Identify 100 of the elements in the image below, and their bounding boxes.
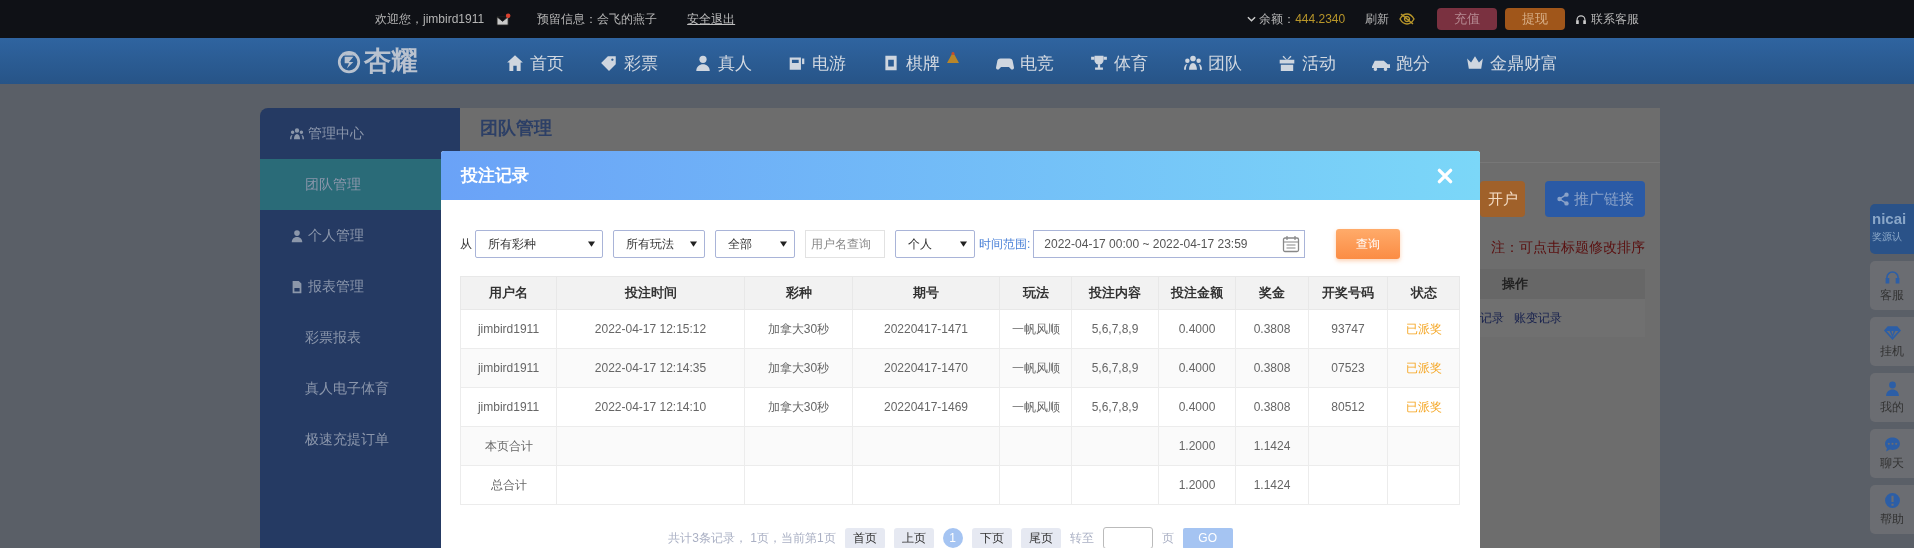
table-cell: 0.3808	[1235, 348, 1309, 388]
page-input-field[interactable]	[1102, 527, 1153, 548]
side-menu-item[interactable]: 挂机	[1870, 317, 1914, 366]
table-cell: 20220417-1471	[852, 309, 1000, 349]
register-button[interactable]: 开户	[1480, 181, 1525, 217]
caret-icon	[780, 241, 787, 247]
table-cell: 80512	[1308, 387, 1388, 427]
nav-item[interactable]: 电竞	[996, 47, 1054, 75]
column-header: 投注金额	[1158, 276, 1236, 310]
column-header: 期号	[852, 276, 1000, 310]
nav-item[interactable]: 体育	[1090, 47, 1148, 75]
table-cell: 5,6,7,8,9	[1071, 309, 1159, 349]
house-icon	[506, 54, 524, 72]
date-range-field[interactable]: 2022-04-17 00:00 ~ 2022-04-17 23:59	[1033, 230, 1306, 258]
sort-note: 注：可点击标题修改排序	[1491, 238, 1646, 257]
scope-select[interactable]: 个人	[895, 230, 975, 258]
caret-icon[interactable]	[1247, 16, 1257, 22]
certification-badge[interactable]: nicai 奖源认	[1870, 204, 1914, 254]
from-label: 从	[460, 235, 472, 253]
nav-item[interactable]: 金鼎财富	[1466, 47, 1558, 75]
table-cell: 已派奖	[1387, 309, 1460, 349]
table-cell: jimbird1911	[460, 348, 557, 388]
nav-item[interactable]: 真人	[694, 47, 752, 75]
status-select[interactable]: 全部	[715, 230, 795, 258]
table-cell: 总合计	[460, 465, 557, 505]
caret-icon	[588, 241, 595, 247]
sidebar-item[interactable]: 管理中心	[260, 108, 460, 159]
column-header: 奖金	[1235, 276, 1309, 310]
chat-icon	[1883, 435, 1901, 453]
nav-item[interactable]: 团队	[1184, 47, 1242, 75]
promo-link-button[interactable]: 推广链接	[1545, 181, 1645, 217]
nav-item[interactable]: 电游	[788, 47, 846, 75]
withdraw-button[interactable]: 提现	[1505, 8, 1566, 30]
hat-badge-icon	[946, 51, 960, 64]
reserved-info: 预留信息：会飞的燕子	[537, 10, 658, 28]
column-header: 玩法	[999, 276, 1072, 310]
sidebar-item[interactable]: 报表管理	[260, 261, 460, 312]
user-icon	[290, 228, 304, 243]
user-icon	[1883, 379, 1901, 397]
table-cell: 1.2000	[1158, 465, 1236, 505]
table-cell: 0.3808	[1235, 309, 1309, 349]
nav-item[interactable]: 首页	[506, 47, 564, 75]
side-menu-item[interactable]: 我的	[1870, 373, 1914, 422]
nav-item[interactable]: 彩票	[600, 47, 658, 75]
side-menu-item[interactable]: 客服	[1870, 261, 1914, 310]
side-menu-item[interactable]: 帮助	[1870, 485, 1914, 534]
record-summary: 共计3条记录， 1页，当前第1页	[668, 529, 836, 547]
nav-item[interactable]: 跑分	[1372, 47, 1430, 75]
tag-icon	[600, 54, 618, 72]
table-cell: 1.2000	[1158, 426, 1236, 466]
record-link[interactable]: 记录	[1480, 309, 1504, 327]
goto-label: 转至	[1069, 529, 1094, 547]
table-cell: 07523	[1308, 348, 1388, 388]
table-cell: 加拿大30秒	[744, 348, 853, 388]
play-select[interactable]: 所有玩法	[613, 230, 705, 258]
table-cell: 20220417-1469	[852, 387, 1000, 427]
people-icon	[290, 126, 304, 141]
table-cell: jimbird1911	[460, 309, 557, 349]
balance-value: 444.2340	[1295, 12, 1346, 26]
card-icon	[882, 54, 900, 72]
column-header: 投注时间	[556, 276, 745, 310]
table-cell: 0.4000	[1158, 309, 1236, 349]
column-header: 状态	[1387, 276, 1460, 310]
nav-item[interactable]: 活动	[1278, 47, 1336, 75]
first-page-button[interactable]: 首页	[844, 527, 885, 548]
nav-item[interactable]: 棋牌	[882, 47, 960, 75]
table-cell: 93747	[1308, 309, 1388, 349]
diamond-icon	[1883, 323, 1901, 341]
support-link[interactable]: 联系客服	[1591, 10, 1640, 28]
lottery-select[interactable]: 所有彩种	[475, 230, 603, 258]
table-cell: 本页合计	[460, 426, 557, 466]
column-header: 操作	[1480, 269, 1645, 299]
table-cell: 1.1424	[1235, 465, 1309, 505]
deposit-button[interactable]: 充值	[1437, 8, 1498, 30]
record-link[interactable]: 账变记录	[1514, 309, 1562, 327]
mail-icon[interactable]	[496, 12, 512, 26]
logout-link[interactable]: 安全退出	[687, 10, 736, 28]
username-field[interactable]: 用户名查询	[805, 230, 885, 258]
table-cell: 5,6,7,8,9	[1071, 348, 1159, 388]
eye-slash-icon[interactable]	[1399, 13, 1416, 25]
logo-text[interactable]: 杏耀	[364, 43, 418, 79]
refresh-link[interactable]: 刷新	[1365, 10, 1390, 28]
table-cell: 0.3808	[1235, 387, 1309, 427]
column-header: 彩种	[744, 276, 853, 310]
dialog-title: 投注记录	[461, 165, 529, 187]
last-page-button[interactable]: 尾页	[1020, 527, 1061, 548]
previous-page-button[interactable]: 上页	[893, 527, 934, 548]
table-cell: 一帆风顺	[999, 309, 1072, 349]
caret-icon	[690, 241, 697, 247]
table-cell: 2022-04-17 12:15:12	[556, 309, 745, 349]
next-page-button[interactable]: 下页	[971, 527, 1012, 548]
table-cell: 0.4000	[1158, 348, 1236, 388]
table-cell: 加拿大30秒	[744, 309, 853, 349]
table-cell: 一帆风顺	[999, 348, 1072, 388]
headset-icon[interactable]	[1575, 13, 1588, 25]
table-cell: 2022-04-17 12:14:10	[556, 387, 745, 427]
logo-emblem-icon	[336, 48, 362, 74]
sidebar-item[interactable]: 个人管理	[260, 210, 460, 261]
table-cell: 一帆风顺	[999, 387, 1072, 427]
crown-icon	[1466, 54, 1484, 72]
